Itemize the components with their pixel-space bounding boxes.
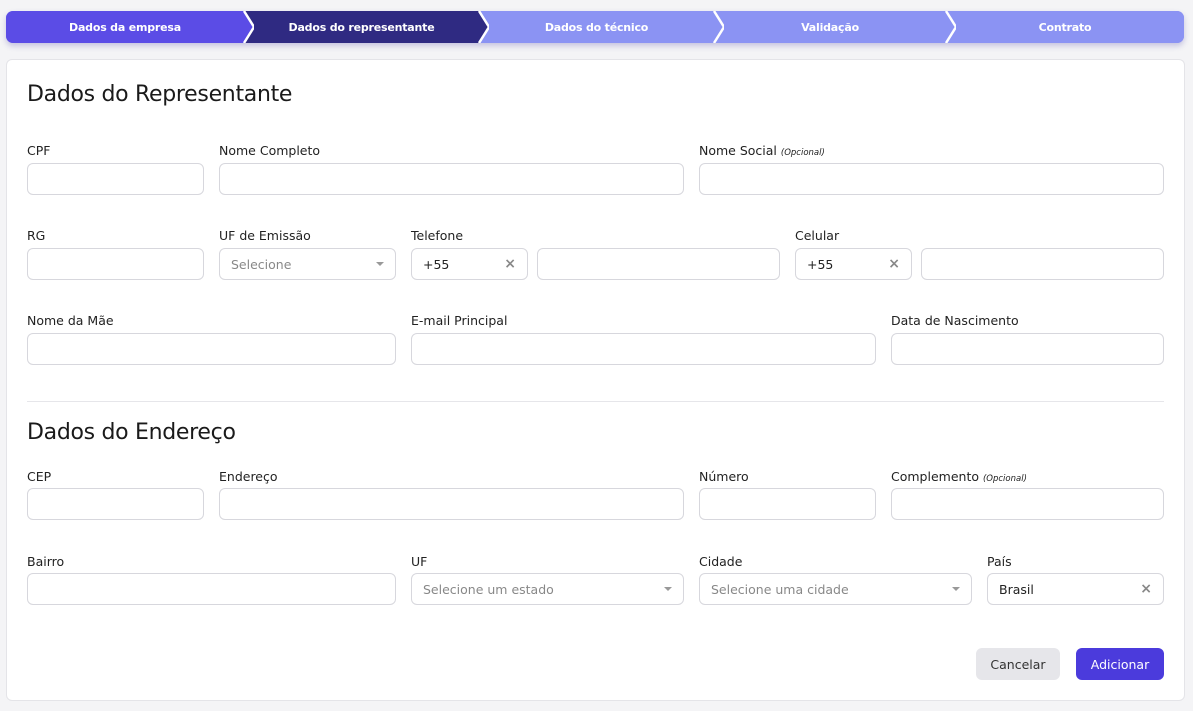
telefone-input[interactable] bbox=[537, 248, 780, 280]
rg-label: RG bbox=[27, 228, 46, 243]
step-validacao[interactable]: Validação bbox=[714, 11, 956, 43]
nome-social-label-text: Nome Social bbox=[699, 143, 777, 158]
endereco-input[interactable] bbox=[219, 488, 684, 520]
data-nascimento-label: Data de Nascimento bbox=[891, 313, 1019, 328]
telefone-ddi-select[interactable]: +55 × bbox=[411, 248, 528, 280]
step-label: Dados do técnico bbox=[544, 20, 649, 34]
email-label: E-mail Principal bbox=[411, 313, 508, 328]
pais-label: País bbox=[987, 554, 1012, 569]
chevron-down-icon bbox=[664, 587, 672, 591]
telefone-label: Telefone bbox=[411, 228, 464, 243]
cpf-label: CPF bbox=[27, 143, 51, 158]
endereco-label: Endereço bbox=[219, 469, 278, 484]
nome-social-input[interactable] bbox=[699, 163, 1164, 195]
uf-emissao-select[interactable]: Selecione bbox=[219, 248, 396, 280]
complemento-input[interactable] bbox=[891, 488, 1164, 520]
optional-tag: (Opcional) bbox=[982, 474, 1027, 484]
nome-social-label: Nome Social (Opcional) bbox=[699, 143, 825, 158]
celular-ddi-select[interactable]: +55 × bbox=[795, 248, 912, 280]
chevron-down-icon bbox=[952, 587, 960, 591]
chevron-right-icon bbox=[236, 11, 254, 43]
add-button[interactable]: Adicionar bbox=[1076, 648, 1164, 680]
complemento-label-text: Complemento bbox=[891, 469, 979, 484]
bairro-label: Bairro bbox=[27, 554, 65, 569]
chevron-right-icon bbox=[471, 11, 489, 43]
clear-icon[interactable]: × bbox=[1140, 581, 1152, 597]
uf-emissao-placeholder: Selecione bbox=[231, 256, 292, 272]
step-dados-empresa[interactable]: Dados da empresa bbox=[6, 11, 254, 43]
stepper: Dados da empresa Dados do representante … bbox=[6, 11, 1184, 43]
nome-mae-input[interactable] bbox=[27, 333, 396, 365]
clear-icon[interactable]: × bbox=[888, 256, 900, 272]
celular-input[interactable] bbox=[921, 248, 1164, 280]
section-title-endereco: Dados do Endereço bbox=[27, 420, 236, 445]
uf-label: UF bbox=[411, 554, 428, 569]
step-dados-representante[interactable]: Dados do representante bbox=[244, 11, 489, 43]
pais-value: Brasil bbox=[999, 581, 1034, 597]
cancel-button[interactable]: Cancelar bbox=[976, 648, 1060, 680]
form-card: Dados do Representante CPF Nome Completo… bbox=[6, 59, 1185, 701]
cidade-placeholder: Selecione uma cidade bbox=[711, 581, 849, 597]
chevron-right-icon bbox=[938, 11, 956, 43]
cpf-input[interactable] bbox=[27, 163, 204, 195]
nome-mae-label: Nome da Mãe bbox=[27, 313, 114, 328]
step-label: Dados da empresa bbox=[69, 20, 181, 34]
complemento-label: Complemento (Opcional) bbox=[891, 469, 1027, 484]
step-label: Dados do representante bbox=[288, 20, 435, 34]
chevron-right-icon bbox=[706, 11, 724, 43]
section-divider bbox=[27, 401, 1164, 402]
cep-label: CEP bbox=[27, 469, 52, 484]
bairro-input[interactable] bbox=[27, 573, 396, 605]
uf-placeholder: Selecione um estado bbox=[423, 581, 554, 597]
nome-completo-label: Nome Completo bbox=[219, 143, 321, 158]
email-input[interactable] bbox=[411, 333, 876, 365]
cep-input[interactable] bbox=[27, 488, 204, 520]
step-dados-tecnico[interactable]: Dados do técnico bbox=[479, 11, 724, 43]
numero-input[interactable] bbox=[699, 488, 876, 520]
step-label: Contrato bbox=[1038, 20, 1092, 34]
pais-select[interactable]: Brasil × bbox=[987, 573, 1164, 605]
data-nascimento-input[interactable] bbox=[891, 333, 1164, 365]
step-contrato[interactable]: Contrato bbox=[946, 11, 1184, 43]
cidade-select[interactable]: Selecione uma cidade bbox=[699, 573, 972, 605]
uf-emissao-label: UF de Emissão bbox=[219, 228, 311, 243]
numero-label: Número bbox=[699, 469, 749, 484]
optional-tag: (Opcional) bbox=[780, 148, 825, 158]
celular-ddi-value: +55 bbox=[807, 256, 834, 272]
chevron-down-icon bbox=[376, 262, 384, 266]
telefone-ddi-value: +55 bbox=[423, 256, 450, 272]
cidade-label: Cidade bbox=[699, 554, 743, 569]
uf-select[interactable]: Selecione um estado bbox=[411, 573, 684, 605]
rg-input[interactable] bbox=[27, 248, 204, 280]
nome-completo-input[interactable] bbox=[219, 163, 684, 195]
step-label: Validação bbox=[801, 20, 859, 34]
celular-label: Celular bbox=[795, 228, 840, 243]
section-title-representante: Dados do Representante bbox=[27, 82, 293, 107]
clear-icon[interactable]: × bbox=[504, 256, 516, 272]
